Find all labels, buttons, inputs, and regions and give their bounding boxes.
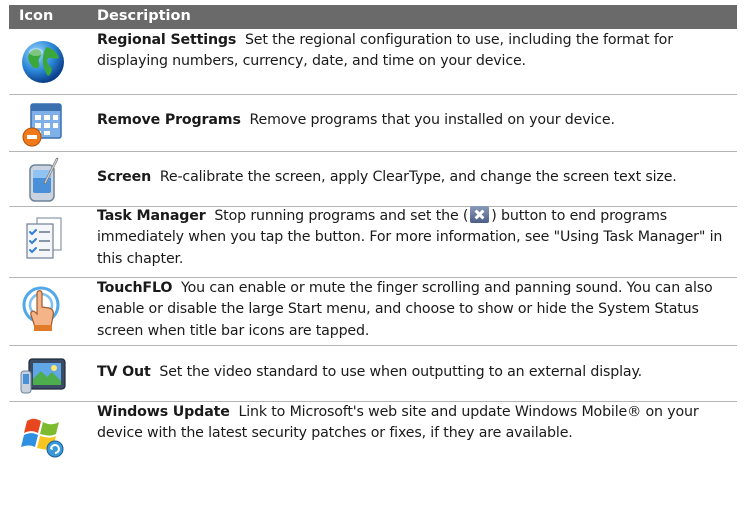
touch-finger-icon [19,285,67,333]
row-description: Task Manager Stop running programs and s… [97,206,731,270]
close-x-icon [470,206,490,223]
row-text: Re-calibrate the screen, apply ClearType… [159,169,677,185]
task-list-icon [19,214,67,262]
table-row: Windows Update Link to Microsoft's web s… [9,402,737,519]
row-description: Regional Settings Set the regional confi… [97,30,731,73]
row-text: Stop running programs and set the ( [214,208,469,224]
settings-table: Icon Description Regional Settings Set t… [9,5,737,458]
row-description: Screen Re-calibrate the screen, apply Cl… [97,167,731,188]
description-column-header: Description [97,8,191,24]
row-description: Remove Programs Remove programs that you… [97,110,731,131]
table-row: TouchFLO You can enable or mute the fing… [9,278,737,346]
row-title: TouchFLO [97,280,173,296]
row-title: Screen [97,169,152,185]
table-row: Regional Settings Set the regional confi… [9,29,737,95]
row-text: Remove programs that you installed on yo… [249,112,615,128]
remove-programs-icon [19,100,67,148]
windows-update-icon [19,411,67,459]
row-description: TouchFLO You can enable or mute the fing… [97,278,731,342]
table-row: Remove Programs Remove programs that you… [9,95,737,152]
row-text: You can enable or mute the finger scroll… [97,280,713,339]
row-description: Windows Update Link to Microsoft's web s… [97,402,731,445]
globe-icon [19,38,67,86]
row-text: Set the video standard to use when outpu… [159,364,643,380]
stylus-screen-icon [19,157,67,205]
icon-column-header: Icon [19,8,54,24]
tv-out-icon [19,351,67,399]
table-row: TV Out Set the video standard to use whe… [9,346,737,402]
table-row: Task Manager Stop running programs and s… [9,206,737,278]
row-title: Windows Update [97,404,230,420]
row-title: Remove Programs [97,112,241,128]
row-title: TV Out [97,364,151,380]
row-title: Task Manager [97,208,206,224]
table-header: Icon Description [9,5,737,29]
table-row: Screen Re-calibrate the screen, apply Cl… [9,152,737,207]
row-description: TV Out Set the video standard to use whe… [97,362,731,383]
row-title: Regional Settings [97,32,237,48]
